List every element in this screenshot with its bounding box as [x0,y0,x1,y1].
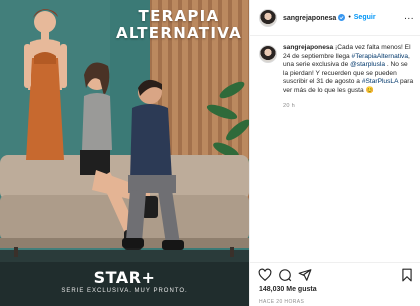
caption-username[interactable]: sangrejaponesa [283,44,333,51]
poster-tagline: SERIE EXCLUSIVA. MUY PRONTO. [61,288,188,294]
poster-title: TERAPIA ALTERNATIVA [104,8,249,42]
comment-icon[interactable] [278,268,292,282]
poster-title-line1: TERAPIA [138,7,220,25]
separator-dot: • [348,14,351,21]
bookmark-icon[interactable] [400,268,414,282]
poster-title-line2: ALTERNATIVA [115,24,243,42]
verified-badge-icon [338,13,346,21]
post-timestamp: HACE 20 HORAS [259,299,305,305]
poster-artwork [0,0,249,306]
mention-link[interactable]: @starplusla [350,61,385,68]
header-username[interactable]: sangrejaponesa [283,15,336,22]
post-side-panel: sangrejaponesa • Seguir ... sangrejapone… [249,0,420,306]
post-header: sangrejaponesa • Seguir ... [250,0,420,36]
follow-button[interactable]: Seguir [354,14,376,21]
header-username-wrap: sangrejaponesa [283,13,346,22]
caption-time: 20 h [283,102,296,109]
avatar[interactable] [259,8,277,27]
action-bar: 148,030 Me gusta HACE 20 HORAS [250,262,420,306]
caption-text: sangrejaponesa ¡Cada vez falta menos! El… [283,44,414,110]
more-options-icon[interactable]: ... [404,11,414,22]
heart-icon[interactable] [258,268,272,282]
caption-avatar[interactable] [259,45,277,63]
hashtag-link-2[interactable]: #StarPlusLA [362,78,398,85]
share-icon[interactable] [298,268,312,282]
caption-comment: sangrejaponesa ¡Cada vez falta menos! El… [259,44,414,110]
hashtag-link[interactable]: #TerapiaAlternativa [352,53,408,60]
star-plus-logo: STAR+ [93,268,156,287]
likes-count[interactable]: 148,030 Me gusta [259,286,317,293]
post-image[interactable]: TERAPIA ALTERNATIVA STAR+ SERIE EXCLUSIV… [0,0,249,306]
